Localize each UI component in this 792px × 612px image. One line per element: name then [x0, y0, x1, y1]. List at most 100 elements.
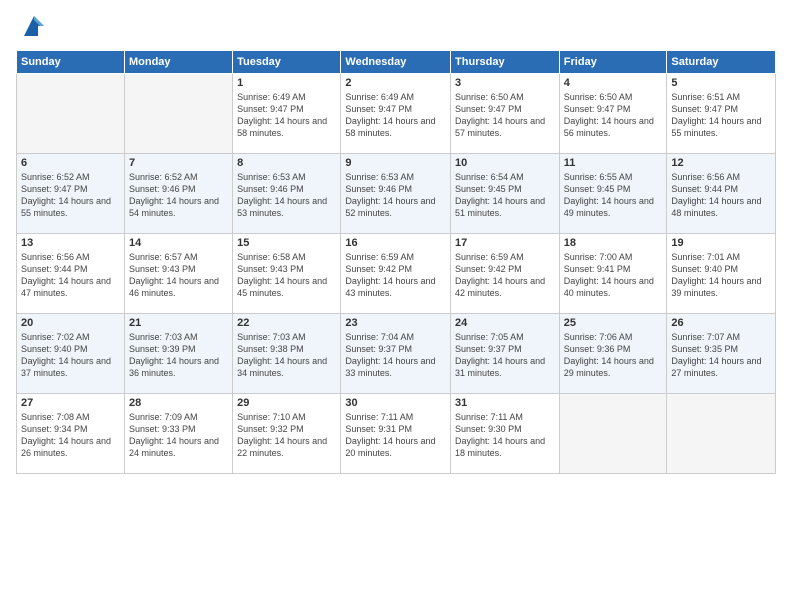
- calendar-cell: 11 Sunrise: 6:55 AMSunset: 9:45 PMDayligh…: [559, 154, 667, 234]
- day-number: 7: [129, 157, 228, 169]
- day-number: 12: [671, 157, 771, 169]
- calendar-cell: 22 Sunrise: 7:03 AMSunset: 9:38 PMDayligh…: [233, 314, 341, 394]
- calendar-cell: 30 Sunrise: 7:11 AMSunset: 9:31 PMDayligh…: [341, 394, 451, 474]
- calendar: SundayMondayTuesdayWednesdayThursdayFrid…: [16, 50, 776, 474]
- calendar-cell: 1Sunrise: 6:49 AMSunset: 9:47 PMDaylight…: [233, 74, 341, 154]
- day-number: 31: [455, 397, 555, 409]
- day-detail: Sunrise: 7:01 AMSunset: 9:40 PMDaylight:…: [671, 251, 771, 300]
- day-detail: Sunrise: 6:56 AMSunset: 9:44 PMDaylight:…: [21, 251, 120, 300]
- calendar-cell: [667, 394, 776, 474]
- day-detail: Sunrise: 7:08 AMSunset: 9:34 PMDaylight:…: [21, 411, 120, 460]
- day-number: 28: [129, 397, 228, 409]
- day-number: 8: [237, 157, 336, 169]
- calendar-cell: 25 Sunrise: 7:06 AMSunset: 9:36 PMDayligh…: [559, 314, 667, 394]
- day-number: 27: [21, 397, 120, 409]
- day-number: 19: [671, 237, 771, 249]
- calendar-cell: 9Sunrise: 6:53 AMSunset: 9:46 PMDaylight…: [341, 154, 451, 234]
- weekday-header: Sunday: [17, 51, 125, 74]
- header: [16, 16, 776, 40]
- logo: [16, 16, 48, 40]
- calendar-cell: 21Sunrise: 7:03 AMSunset: 9:39 PMDayligh…: [124, 314, 232, 394]
- calendar-cell: [559, 394, 667, 474]
- day-detail: Sunrise: 6:49 AMSunset: 9:47 PMDaylight:…: [345, 91, 446, 140]
- day-detail: Sunrise: 7:04 AMSunset: 9:37 PMDaylight:…: [345, 331, 446, 380]
- calendar-cell: 2 Sunrise: 6:49 AMSunset: 9:47 PMDaylight…: [341, 74, 451, 154]
- day-detail: Sunrise: 6:51 AMSunset: 9:47 PMDaylight:…: [671, 91, 771, 140]
- calendar-cell: 12 Sunrise: 6:56 AMSunset: 9:44 PMDayligh…: [667, 154, 776, 234]
- calendar-cell: 14 Sunrise: 6:57 AMSunset: 9:43 PMDayligh…: [124, 234, 232, 314]
- day-number: 18: [564, 237, 663, 249]
- calendar-cell: [124, 74, 232, 154]
- day-number: 24: [455, 317, 555, 329]
- day-number: 26: [671, 317, 771, 329]
- weekday-header: Thursday: [451, 51, 560, 74]
- day-detail: Sunrise: 6:53 AMSunset: 9:46 PMDaylight:…: [237, 171, 336, 220]
- calendar-cell: 20 Sunrise: 7:02 AMSunset: 9:40 PMDayligh…: [17, 314, 125, 394]
- day-detail: Sunrise: 6:55 AMSunset: 9:45 PMDaylight:…: [564, 171, 663, 220]
- day-number: 5: [671, 77, 771, 89]
- calendar-cell: [17, 74, 125, 154]
- day-number: 4: [564, 77, 663, 89]
- calendar-cell: 24Sunrise: 7:05 AMSunset: 9:37 PMDayligh…: [451, 314, 560, 394]
- day-number: 25: [564, 317, 663, 329]
- day-detail: Sunrise: 7:06 AMSunset: 9:36 PMDaylight:…: [564, 331, 663, 380]
- logo-icon: [20, 12, 48, 40]
- day-detail: Sunrise: 7:00 AMSunset: 9:41 PMDaylight:…: [564, 251, 663, 300]
- calendar-week-row: 6 Sunrise: 6:52 AMSunset: 9:47 PMDaylight…: [17, 154, 776, 234]
- day-detail: Sunrise: 6:53 AMSunset: 9:46 PMDaylight:…: [345, 171, 446, 220]
- calendar-cell: 8 Sunrise: 6:53 AMSunset: 9:46 PMDaylight…: [233, 154, 341, 234]
- calendar-cell: 27 Sunrise: 7:08 AMSunset: 9:34 PMDayligh…: [17, 394, 125, 474]
- day-number: 30: [345, 397, 446, 409]
- day-detail: Sunrise: 7:11 AMSunset: 9:31 PMDaylight:…: [345, 411, 446, 460]
- day-detail: Sunrise: 6:56 AMSunset: 9:44 PMDaylight:…: [671, 171, 771, 220]
- day-number: 1: [237, 77, 336, 89]
- calendar-cell: 5 Sunrise: 6:51 AMSunset: 9:47 PMDaylight…: [667, 74, 776, 154]
- calendar-cell: 15 Sunrise: 6:58 AMSunset: 9:43 PMDayligh…: [233, 234, 341, 314]
- day-detail: Sunrise: 7:03 AMSunset: 9:38 PMDaylight:…: [237, 331, 336, 380]
- day-detail: Sunrise: 6:50 AMSunset: 9:47 PMDaylight:…: [455, 91, 555, 140]
- day-detail: Sunrise: 7:10 AMSunset: 9:32 PMDaylight:…: [237, 411, 336, 460]
- page: SundayMondayTuesdayWednesdayThursdayFrid…: [0, 0, 792, 612]
- day-detail: Sunrise: 6:52 AMSunset: 9:47 PMDaylight:…: [21, 171, 120, 220]
- day-detail: Sunrise: 7:02 AMSunset: 9:40 PMDaylight:…: [21, 331, 120, 380]
- calendar-week-row: 27 Sunrise: 7:08 AMSunset: 9:34 PMDayligh…: [17, 394, 776, 474]
- day-detail: Sunrise: 6:52 AMSunset: 9:46 PMDaylight:…: [129, 171, 228, 220]
- day-number: 16: [345, 237, 446, 249]
- calendar-cell: 31 Sunrise: 7:11 AMSunset: 9:30 PMDayligh…: [451, 394, 560, 474]
- day-number: 15: [237, 237, 336, 249]
- calendar-cell: 10 Sunrise: 6:54 AMSunset: 9:45 PMDayligh…: [451, 154, 560, 234]
- day-number: 13: [21, 237, 120, 249]
- weekday-header: Tuesday: [233, 51, 341, 74]
- calendar-cell: 18 Sunrise: 7:00 AMSunset: 9:41 PMDayligh…: [559, 234, 667, 314]
- day-number: 29: [237, 397, 336, 409]
- calendar-cell: 7 Sunrise: 6:52 AMSunset: 9:46 PMDaylight…: [124, 154, 232, 234]
- day-number: 11: [564, 157, 663, 169]
- day-number: 6: [21, 157, 120, 169]
- calendar-cell: 4 Sunrise: 6:50 AMSunset: 9:47 PMDaylight…: [559, 74, 667, 154]
- calendar-cell: 23Sunrise: 7:04 AMSunset: 9:37 PMDayligh…: [341, 314, 451, 394]
- weekday-header: Saturday: [667, 51, 776, 74]
- calendar-week-row: 13 Sunrise: 6:56 AMSunset: 9:44 PMDayligh…: [17, 234, 776, 314]
- day-detail: Sunrise: 7:09 AMSunset: 9:33 PMDaylight:…: [129, 411, 228, 460]
- calendar-week-row: 1 Sunrise: 6:49 AMSunset: 9:47 PMDaylight…: [17, 74, 776, 154]
- weekday-header: Monday: [124, 51, 232, 74]
- day-detail: Sunrise: 6:58 AMSunset: 9:43 PMDaylight:…: [237, 251, 336, 300]
- calendar-cell: 13 Sunrise: 6:56 AMSunset: 9:44 PMDayligh…: [17, 234, 125, 314]
- day-detail: Sunrise: 6:50 AMSunset: 9:47 PMDaylight:…: [564, 91, 663, 140]
- day-detail: Sunrise: 7:03 AMSunset: 9:39 PMDaylight:…: [129, 331, 228, 380]
- calendar-cell: 26Sunrise: 7:07 AMSunset: 9:35 PMDayligh…: [667, 314, 776, 394]
- day-number: 22: [237, 317, 336, 329]
- day-number: 2: [345, 77, 446, 89]
- calendar-cell: 19 Sunrise: 7:01 AMSunset: 9:40 PMDayligh…: [667, 234, 776, 314]
- day-detail: Sunrise: 6:57 AMSunset: 9:43 PMDaylight:…: [129, 251, 228, 300]
- day-number: 3: [455, 77, 555, 89]
- calendar-cell: 28 Sunrise: 7:09 AMSunset: 9:33 PMDayligh…: [124, 394, 232, 474]
- day-detail: Sunrise: 6:54 AMSunset: 9:45 PMDaylight:…: [455, 171, 555, 220]
- calendar-cell: 29 Sunrise: 7:10 AMSunset: 9:32 PMDayligh…: [233, 394, 341, 474]
- day-number: 17: [455, 237, 555, 249]
- day-number: 20: [21, 317, 120, 329]
- day-detail: Sunrise: 7:11 AMSunset: 9:30 PMDaylight:…: [455, 411, 555, 460]
- day-number: 10: [455, 157, 555, 169]
- day-number: 14: [129, 237, 228, 249]
- calendar-cell: 3 Sunrise: 6:50 AMSunset: 9:47 PMDaylight…: [451, 74, 560, 154]
